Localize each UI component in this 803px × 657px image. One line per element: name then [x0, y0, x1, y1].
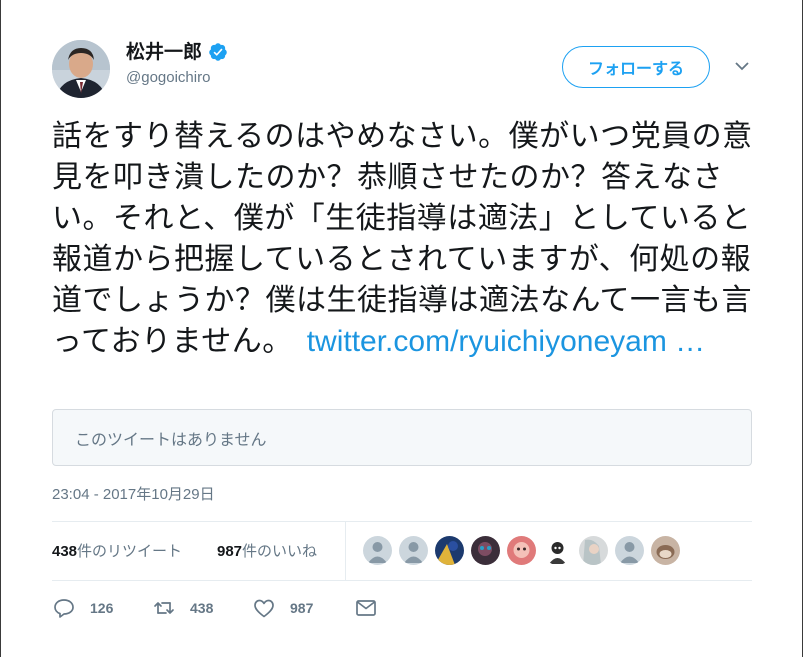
user-avatar[interactable]	[507, 536, 536, 565]
tweet-text: 話をすり替えるのはやめなさい。僕がいつ党員の意見を叩き潰したのか？恭順させたのか…	[52, 116, 758, 362]
user-names: 松井一郎 @gogoichiro	[126, 40, 228, 86]
tweet-body: 話をすり替えるのはやめなさい。僕がいつ党員の意見を叩き潰したのか？恭順させたのか…	[52, 119, 753, 359]
retweet-stat-count: 438	[52, 543, 78, 560]
tweet-stats: 438件のリツイート 987件のいいね	[52, 521, 752, 581]
default-avatar-icon[interactable]	[399, 536, 428, 565]
liker-avatars	[363, 536, 680, 566]
tweet-link[interactable]: twitter.com/ryuichiyoneyam …	[307, 325, 705, 358]
default-avatar-icon[interactable]	[615, 536, 644, 565]
verified-badge-icon	[209, 43, 227, 61]
like-stat-count: 987	[217, 543, 243, 560]
direct-message-action[interactable]	[354, 596, 378, 620]
user-avatar[interactable]	[651, 536, 680, 565]
display-name[interactable]: 松井一郎	[126, 40, 202, 64]
quoted-tweet-unavailable: このツイートはありません	[52, 409, 752, 466]
tweet-window: 松井一郎 @gogoichiro フォローする 話をすり替えるのはやめなさい。僕…	[0, 0, 803, 657]
heart-icon	[254, 599, 274, 618]
display-name-row[interactable]: 松井一郎	[126, 40, 228, 64]
reply-icon	[54, 599, 74, 618]
retweet-action[interactable]: 438	[152, 596, 213, 620]
follow-button[interactable]: フォローする	[562, 46, 710, 88]
tweet-header: 松井一郎 @gogoichiro フォローする	[52, 38, 752, 102]
user-avatar[interactable]	[52, 40, 110, 98]
tweet-actions: 126 438 987	[52, 596, 752, 624]
tweet-timestamp[interactable]: 23:04 - 2017年10月29日	[52, 483, 215, 504]
like-action[interactable]: 987	[252, 596, 313, 620]
user-avatar[interactable]	[471, 536, 500, 565]
retweet-stat-label: 件のリツイート	[77, 542, 183, 560]
user-avatar[interactable]	[543, 536, 572, 565]
reply-count: 126	[90, 600, 114, 616]
like-stat[interactable]: 987件のいいね	[217, 540, 317, 561]
screen-name[interactable]: @gogoichiro	[126, 69, 228, 86]
reply-action[interactable]: 126	[52, 596, 113, 620]
like-stat-label: 件のいいね	[242, 542, 318, 560]
retweet-icon	[154, 602, 174, 614]
user-avatar[interactable]	[579, 536, 608, 565]
retweet-stat[interactable]: 438件のリツイート	[52, 540, 182, 561]
stat-divider	[345, 522, 346, 580]
envelope-icon	[356, 600, 376, 616]
default-avatar-icon[interactable]	[363, 536, 392, 565]
chevron-down-icon[interactable]	[734, 58, 750, 74]
retweet-count: 438	[190, 600, 214, 616]
like-count: 987	[290, 600, 314, 616]
user-avatar[interactable]	[435, 536, 464, 565]
